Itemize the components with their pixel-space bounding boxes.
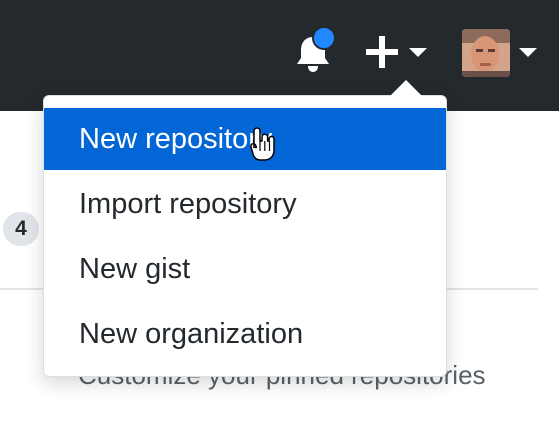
count-badge: 4	[3, 212, 39, 246]
hand-pointer-icon	[250, 127, 275, 161]
create-new-dropdown: New repository Import repository New gis…	[43, 95, 447, 377]
avatar-image	[462, 29, 510, 77]
caret-down-icon	[519, 48, 537, 57]
dropdown-list: New repository Import repository New gis…	[44, 108, 446, 368]
plus-icon	[366, 36, 398, 68]
avatar	[462, 29, 510, 77]
new-repository-menu-item[interactable]: New repository	[44, 108, 446, 170]
profile-menu-button[interactable]	[462, 29, 544, 77]
new-organization-menu-item[interactable]: New organization	[44, 303, 446, 365]
caret-down-icon	[409, 48, 427, 57]
notifications-button[interactable]	[290, 26, 336, 74]
create-new-menu-button[interactable]	[364, 32, 434, 74]
import-repository-menu-item[interactable]: Import repository	[44, 173, 446, 235]
new-gist-menu-item[interactable]: New gist	[44, 238, 446, 300]
unread-notification-dot	[312, 26, 336, 50]
dropdown-pointer	[390, 80, 422, 96]
